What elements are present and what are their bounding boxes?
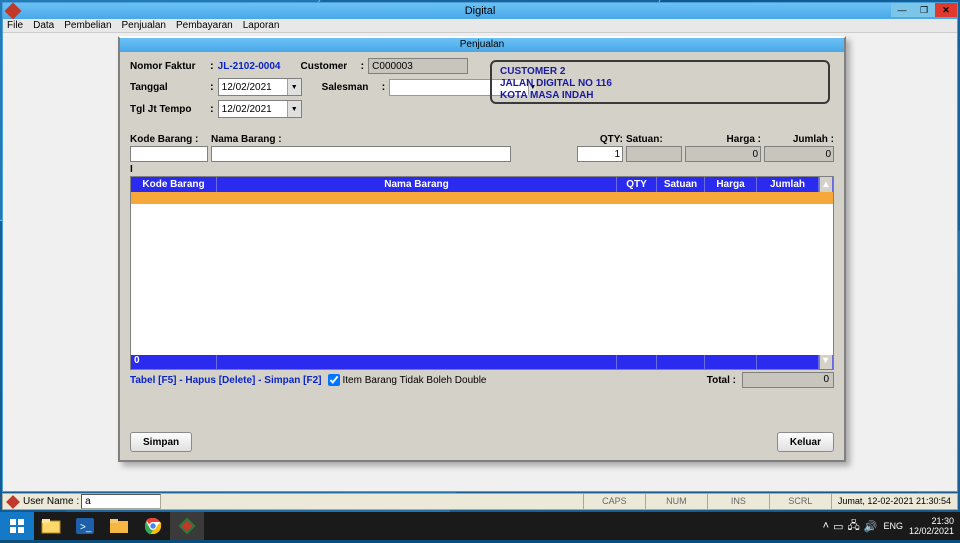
grid-body[interactable] [131,204,833,355]
no-double-label: Item Barang Tidak Boleh Double [343,375,487,386]
grid-scroll-up[interactable]: ▴ [819,177,833,192]
start-button[interactable] [0,512,34,540]
status-num: NUM [645,494,707,509]
footer-kode: 0 [131,355,217,369]
sales-window-title[interactable]: Penjualan [120,38,844,52]
col-qty[interactable]: QTY [617,177,657,192]
text-cursor: I [130,164,834,175]
chevron-down-icon[interactable]: ▼ [287,101,301,117]
tray-battery-icon[interactable]: ▭ [833,520,843,533]
close-button[interactable]: ✕ [935,3,957,17]
app-icon [5,3,22,20]
menu-pembelian[interactable]: Pembelian [64,20,111,31]
customer-address1: JALAN DIGITAL NO 116 [500,78,820,90]
menu-laporan[interactable]: Laporan [243,20,280,31]
satuan-input[interactable] [626,146,682,162]
status-user-label: User Name : [23,496,79,507]
invoice-number: JL-2102-0004 [218,61,281,72]
col-jumlah[interactable]: Jumlah [757,177,819,192]
system-tray[interactable]: ˄ ▭ 🖧 🔊 [823,517,878,536]
kode-barang-input[interactable] [130,146,208,162]
total-label: Total : [707,375,736,386]
tray-network-icon[interactable]: 🖧 [847,517,859,536]
entry-row: Kode Barang : Nama Barang : QTY: Satuan:… [130,134,834,162]
menu-data[interactable]: Data [33,20,54,31]
grid-selected-row[interactable] [131,192,833,204]
svg-text:>_: >_ [80,522,92,533]
jumlah-input[interactable] [764,146,834,162]
tray-lang[interactable]: ENG [883,521,903,531]
grid-scroll-down[interactable]: ▾ [819,355,833,369]
customer-name: CUSTOMER 2 [500,66,820,78]
label-qty: QTY: [577,134,623,145]
taskbar-chrome-icon[interactable] [136,512,170,540]
status-user-value: a [81,494,161,509]
menu-pembayaran[interactable]: Pembayaran [176,20,233,31]
status-datetime: Jumat, 12-02-2021 21:30:54 [831,494,957,509]
maximize-button[interactable]: ❐ [913,3,935,17]
taskbar-powershell-icon[interactable]: >_ [68,512,102,540]
window-controls: — ❐ ✕ [891,3,957,17]
grid-header: Kode Barang Nama Barang QTY Satuan Harga… [131,177,833,192]
label-tgl-jt: Tgl Jt Tempo [130,104,206,115]
col-satuan[interactable]: Satuan [657,177,705,192]
menu-file[interactable]: File [7,20,23,31]
customer-code-input[interactable] [368,58,468,74]
label-tanggal: Tanggal [130,82,206,93]
no-double-checkbox[interactable]: Item Barang Tidak Boleh Double [328,374,487,386]
harga-input[interactable] [685,146,761,162]
col-nama[interactable]: Nama Barang [217,177,617,192]
qty-input[interactable] [577,146,623,162]
label-satuan: Satuan: [626,134,682,145]
statusbar: User Name : a CAPS NUM INS SCRL Jumat, 1… [2,493,958,510]
customer-info-panel: CUSTOMER 2 JALAN DIGITAL NO 116 KOTA MAS… [490,60,830,104]
app-title: Digital [465,5,496,17]
total-value: 0 [742,372,834,388]
tray-volume-icon[interactable]: 🔊 [864,520,878,533]
minimize-button[interactable]: — [891,3,913,17]
tray-clock[interactable]: 21:30 12/02/2021 [909,516,954,536]
label-salesman: Salesman [322,82,378,93]
status-app-icon [6,495,20,509]
customer-address2: KOTA MASA INDAH [500,90,820,102]
label-nomor-faktur: Nomor Faktur [130,61,206,72]
sales-window: Penjualan Nomor Faktur : JL-2102-0004 Cu… [118,36,846,462]
tray-up-icon[interactable]: ˄ [823,520,829,532]
menu-penjualan[interactable]: Penjualan [122,20,166,31]
taskbar-folder-icon[interactable] [102,512,136,540]
status-caps: CAPS [583,494,645,509]
col-kode[interactable]: Kode Barang [131,177,217,192]
keluar-button[interactable]: Keluar [777,432,834,452]
tgl-jt-picker[interactable]: ▼ [218,100,302,118]
app-titlebar[interactable]: Digital — ❐ ✕ [3,3,957,19]
nama-barang-input[interactable] [211,146,511,162]
taskbar-file-explorer-icon[interactable] [34,512,68,540]
status-scrl: SCRL [769,494,831,509]
taskbar-app-icon[interactable] [170,512,204,540]
status-ins: INS [707,494,769,509]
grid-footer: 0 ▾ [131,355,833,369]
no-double-checkbox-input[interactable] [328,374,340,386]
col-harga[interactable]: Harga [705,177,757,192]
menubar: File Data Pembelian Penjualan Pembayaran… [3,19,957,33]
tgl-jt-input[interactable] [219,101,287,117]
label-kode-barang: Kode Barang : [130,134,208,145]
simpan-button[interactable]: Simpan [130,432,192,452]
taskbar[interactable]: >_ ˄ ▭ 🖧 🔊 ENG 21:30 12/02/2021 [0,512,960,540]
tanggal-picker[interactable]: ▼ [218,78,302,96]
label-harga: Harga : [685,134,761,145]
tanggal-input[interactable] [219,79,287,95]
label-jumlah: Jumlah : [764,134,834,145]
label-nama-barang: Nama Barang : [211,134,511,145]
items-grid[interactable]: Kode Barang Nama Barang QTY Satuan Harga… [130,176,834,370]
keyboard-hints: Tabel [F5] - Hapus [Delete] - Simpan [F2… [130,375,322,386]
chevron-down-icon[interactable]: ▼ [287,79,301,95]
label-customer: Customer [301,61,357,72]
